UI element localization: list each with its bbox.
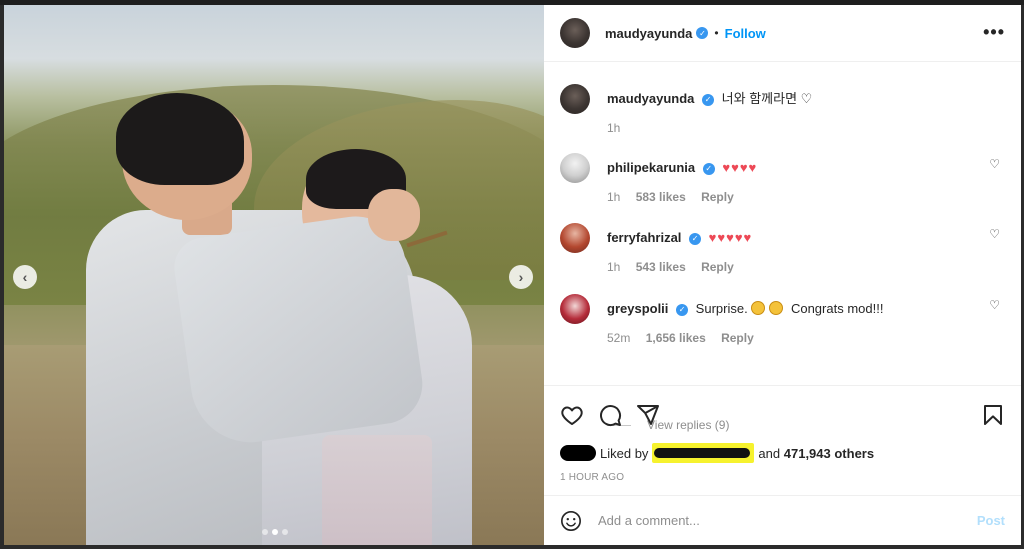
post-image: ‹ ›	[4, 5, 544, 545]
comment: philipekarunia ✓ ♥♥♥♥ 1h 583 likes Reply…	[560, 153, 1005, 204]
reply-button[interactable]: Reply	[701, 190, 734, 204]
comment-text: ♥♥♥♥	[722, 160, 758, 175]
comment-text-b: Congrats mod!!!	[790, 301, 884, 316]
comments-list: maudyayunda ✓ 너와 함께라면 ♡ 1h philipekaruni…	[544, 62, 1021, 432]
reply-button[interactable]: Reply	[701, 260, 734, 274]
caption-text: 너와 함께라면 ♡	[721, 91, 813, 106]
post-header: maudyayunda ✓ • Follow •••	[544, 5, 1021, 62]
carousel-dots	[262, 529, 288, 535]
smiley-icon[interactable]	[560, 510, 582, 532]
verified-icon: ✓	[676, 303, 689, 316]
caption-meta: 1h	[607, 121, 1005, 135]
comment-line: ferryfahrizal ✓ ♥♥♥♥♥	[607, 223, 1005, 247]
comment-username[interactable]: greyspolii	[607, 301, 668, 316]
bookmark-icon[interactable]	[981, 403, 1005, 427]
separator-bullet: •	[714, 26, 719, 40]
post-button[interactable]: Post	[977, 513, 1005, 528]
carousel-dot	[282, 529, 288, 535]
avatar[interactable]	[560, 223, 590, 253]
carousel-dot	[262, 529, 268, 535]
comment-input[interactable]	[598, 513, 977, 528]
share-icon[interactable]	[636, 403, 660, 427]
avatar[interactable]	[560, 294, 590, 324]
post-panel: maudyayunda ✓ • Follow ••• maudyayunda ✓…	[544, 5, 1021, 545]
heart-icon[interactable]: ♡	[989, 298, 1000, 312]
author-username[interactable]: maudyayunda	[605, 26, 692, 41]
comment-time: 52m	[607, 331, 631, 345]
avatar[interactable]	[560, 84, 590, 114]
avatar[interactable]	[560, 18, 590, 48]
redacted-avatar	[560, 445, 596, 461]
carousel-prev-button[interactable]: ‹	[13, 265, 37, 289]
comment-icon[interactable]	[598, 403, 622, 427]
comment-meta: 1h 543 likes Reply	[607, 260, 1005, 274]
verified-icon: ✓	[702, 162, 715, 175]
comment-meta: 1h 583 likes Reply	[607, 190, 1005, 204]
comment-likes[interactable]: 1,656 likes	[646, 331, 706, 345]
action-bar	[544, 386, 1021, 431]
grin-emoji-icon	[751, 301, 766, 315]
likes-count[interactable]: 471,943 others	[784, 446, 874, 461]
comment-username[interactable]: philipekarunia	[607, 160, 695, 175]
comment-text: Surprise.	[695, 301, 748, 316]
comment: ferryfahrizal ✓ ♥♥♥♥♥ 1h 543 likes Reply…	[560, 223, 1005, 274]
heart-icon[interactable]: ♡	[989, 227, 1000, 241]
liked-by-suffix: and	[758, 445, 781, 461]
caption-username[interactable]: maudyayunda	[607, 91, 694, 106]
add-comment-bar: Post	[544, 495, 1021, 545]
liked-by: Liked by and 471,943 others	[544, 443, 1021, 463]
woman-skirt	[322, 435, 432, 545]
carousel-dot-active	[272, 529, 278, 535]
caption: maudyayunda ✓ 너와 함께라면 ♡ 1h	[560, 84, 1005, 135]
heart-icon[interactable]: ♡	[989, 157, 1000, 171]
avatar[interactable]	[560, 153, 590, 183]
man-sleeve	[170, 210, 428, 450]
verified-icon: ✓	[689, 232, 702, 245]
man-hand	[368, 189, 420, 241]
more-icon[interactable]: •••	[983, 22, 1005, 43]
comment-time: 1h	[607, 190, 621, 204]
follow-button[interactable]: Follow	[725, 26, 766, 41]
comment-username[interactable]: ferryfahrizal	[607, 230, 681, 245]
liked-by-prefix: Liked by	[600, 445, 649, 461]
comment-likes[interactable]: 543 likes	[636, 260, 686, 274]
comment-line: greyspolii ✓ Surprise. Congrats mod!!!	[607, 294, 1005, 318]
comment-time: 1h	[607, 260, 621, 274]
heart-icon[interactable]	[560, 403, 584, 427]
caption-time: 1h	[607, 121, 621, 135]
comment: greyspolii ✓ Surprise. Congrats mod!!! 5…	[560, 294, 1005, 345]
caption-line: maudyayunda ✓ 너와 함께라면 ♡	[607, 84, 1005, 108]
reply-button[interactable]: Reply	[721, 331, 754, 345]
redacted-username	[652, 443, 755, 463]
man-hair	[116, 93, 244, 185]
chevron-left-icon: ‹	[22, 269, 28, 285]
carousel-next-button[interactable]: ›	[509, 265, 533, 289]
comment-likes[interactable]: 583 likes	[636, 190, 686, 204]
chevron-right-icon: ›	[518, 269, 524, 285]
verified-icon: ✓	[696, 27, 709, 39]
comment-meta: 52m 1,656 likes Reply	[607, 331, 1005, 345]
star-eyes-emoji-icon	[769, 301, 784, 315]
verified-icon: ✓	[702, 93, 715, 106]
comment-text: ♥♥♥♥♥	[708, 230, 753, 245]
comment-line: philipekarunia ✓ ♥♥♥♥	[607, 153, 1005, 177]
post-timestamp[interactable]: 1 HOUR AGO	[544, 472, 1021, 483]
